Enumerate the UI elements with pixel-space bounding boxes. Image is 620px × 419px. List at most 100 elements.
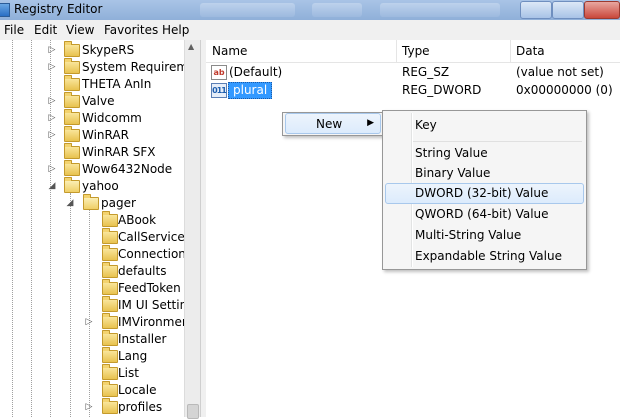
folder-icon [64,92,80,108]
folder-icon [64,75,80,91]
value-data: 0x00000000 (0) [516,83,613,97]
tree-node-label: ABook [118,213,157,227]
tree-node-label: Installer [118,332,167,346]
column-header-type[interactable]: Type [402,44,430,58]
value-row-plural[interactable]: 011 plural REG_DWORD 0x00000000 (0) [206,82,620,99]
registry-tree[interactable]: ▷ SkypeRS ▷ System Requirement THETA AnIn ▷ Va… [0,40,200,417]
tree-node-label: Lang [118,349,148,363]
collapsed-arrow-icon[interactable]: ▷ [47,45,57,55]
expanded-arrow-icon[interactable]: ◢ [47,181,57,191]
collapsed-arrow-icon[interactable]: ▷ [47,62,57,72]
menu-item-new[interactable]: New ▶ [285,113,381,134]
folder-icon [64,58,80,74]
folder-icon [102,347,118,363]
folder-icon [64,126,80,142]
menu-favorites[interactable]: Favorites [104,23,158,37]
tree-node[interactable]: ABook [0,211,184,229]
value-name-selected[interactable]: plural [228,82,273,99]
string-value-icon: ab [211,65,227,80]
column-divider[interactable] [510,40,511,62]
minimize-button[interactable] [520,1,552,19]
tree-node[interactable]: THETA AnIn [0,75,184,93]
list-header: Name Type Data [206,40,620,63]
menu-item-new-label: New [316,117,343,131]
tree-node[interactable]: CallService [0,228,185,246]
collapsed-arrow-icon[interactable]: ▷ [84,402,94,412]
menu-item-multi-string-value[interactable]: Multi-String Value [385,225,584,245]
menu-edit[interactable]: Edit [34,23,57,37]
tree-node[interactable]: ▷ SkypeRS [0,41,184,59]
tree-node[interactable]: ◢ pager [0,194,184,212]
collapsed-arrow-icon[interactable]: ▷ [47,130,57,140]
folder-icon [102,398,118,414]
folder-icon [83,194,99,210]
value-row-default[interactable]: ab (Default) REG_SZ (value not set) [206,64,620,81]
collapsed-arrow-icon[interactable]: ▷ [47,164,57,174]
menu-item-qword-value[interactable]: QWORD (64-bit) Value [385,204,584,224]
folder-icon [64,160,80,176]
tree-node[interactable]: defaults [0,262,184,280]
tree-node[interactable]: ▷ Valve [0,92,184,110]
folder-icon [102,381,118,397]
folder-icon [64,41,80,57]
tree-node[interactable]: FeedToken [0,279,184,297]
menu-item-expandable-string-value[interactable]: Expandable String Value [385,246,584,266]
menu-item-label: Binary Value [415,166,491,180]
collapsed-arrow-icon[interactable]: ▷ [47,96,57,106]
menu-item-label: Expandable String Value [415,249,562,263]
tree-node-label: System Requirement [82,60,200,74]
tree-node[interactable]: List [0,364,184,382]
menu-item-string-value[interactable]: String Value [385,143,584,163]
expanded-arrow-icon[interactable]: ◢ [65,198,75,208]
title-bar: Registry Editor [0,0,620,21]
menu-view[interactable]: View [66,23,94,37]
tree-node-label: yahoo [82,179,119,193]
collapsed-arrow-icon[interactable]: ▷ [47,113,57,123]
tree-node[interactable]: ▷ Widcomm [0,109,184,127]
folder-icon [102,330,118,346]
menu-separator [413,141,582,142]
tree-node[interactable]: Locale [0,381,184,399]
tree-node-label: THETA AnIn [82,77,152,91]
tree-node[interactable]: ▷ profiles [0,398,184,416]
tree-node-label: Valve [82,94,115,108]
tree-node[interactable]: Lang [0,347,184,365]
menu-item-binary-value[interactable]: Binary Value [385,163,584,183]
tree-node-label: pager [101,196,136,210]
menu-item-label: DWORD (32-bit) Value [415,186,549,200]
tree-node[interactable]: ▷ Wow6432Node [0,160,184,178]
tree-node[interactable]: ▷ System Requirement [0,58,200,76]
tree-node-label: WinRAR [82,128,129,142]
tree-node[interactable]: ◢ yahoo [0,177,184,195]
taskbar-tab-blurred[interactable] [380,3,500,17]
close-button[interactable] [584,1,620,19]
maximize-button[interactable] [552,1,584,19]
tree-node[interactable]: IM UI Setting [0,296,195,314]
tree-node[interactable]: WinRAR SFX [0,143,184,161]
column-divider[interactable] [396,40,397,62]
column-header-name[interactable]: Name [212,44,247,58]
tree-node[interactable]: ▷ WinRAR [0,126,184,144]
tree-node[interactable]: Installer [0,330,184,348]
menu-item-dword-value[interactable]: DWORD (32-bit) Value [385,183,584,204]
folder-icon [102,211,118,227]
folder-icon [102,245,118,261]
tree-node-label: Connection [118,247,186,261]
tree-node[interactable]: Connection [0,245,186,263]
folder-icon [102,296,118,312]
tree-scrollbar[interactable]: ▲ [184,40,200,419]
column-header-data[interactable]: Data [516,44,545,58]
menu-item-key[interactable]: Key [385,115,584,135]
menu-bar: File Edit View Favorites Help [0,20,620,41]
folder-icon [102,364,118,380]
scroll-up-arrow-icon[interactable]: ▲ [188,42,194,51]
taskbar-tab-blurred[interactable] [200,3,295,17]
menu-help[interactable]: Help [162,23,189,37]
tree-node[interactable]: ▷ IMVironment [0,313,194,331]
tree-node-label: CallService [118,230,185,244]
collapsed-arrow-icon[interactable]: ▷ [84,317,94,327]
new-submenu: Key String Value Binary Value DWORD (32-… [382,110,587,270]
tree-node-label: Widcomm [82,111,142,125]
menu-file[interactable]: File [4,23,24,37]
taskbar-tab-blurred[interactable] [312,3,362,17]
